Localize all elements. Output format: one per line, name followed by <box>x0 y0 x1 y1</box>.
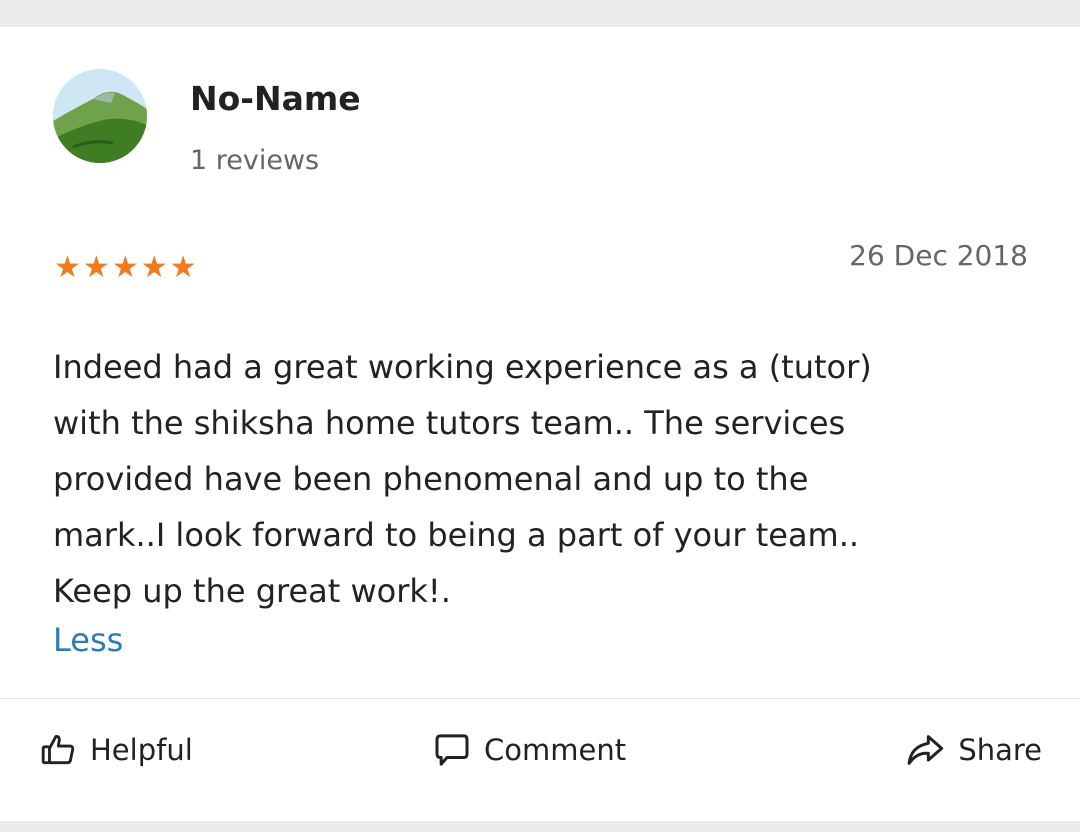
review-text: Indeed had a great working experience as… <box>53 348 872 610</box>
star-icon: ★ <box>82 250 110 285</box>
avatar <box>53 69 147 163</box>
thumbs-up-icon <box>40 731 78 769</box>
share-button[interactable]: Share <box>904 725 1042 775</box>
helpful-button[interactable]: Helpful <box>40 725 193 775</box>
comment-button[interactable]: Comment <box>432 725 626 775</box>
show-less-link[interactable]: Less <box>53 621 123 659</box>
star-icon: ★ <box>54 250 81 285</box>
share-arrow-icon <box>904 730 946 770</box>
star-icon: ★ <box>169 250 197 285</box>
comment-bubble-icon <box>432 730 472 770</box>
star-icon: ★ <box>111 250 139 285</box>
review-date: 26 Dec 2018 <box>849 239 1028 272</box>
divider <box>0 698 1080 699</box>
review-card: No-Name 1 reviews ★ ★ ★ ★ ★ 26 Dec 2018 … <box>0 27 1080 821</box>
author-name[interactable]: No-Name <box>190 79 361 118</box>
comment-label: Comment <box>484 733 627 767</box>
star-rating: ★ ★ ★ ★ ★ <box>54 249 197 287</box>
share-label: Share <box>958 733 1042 767</box>
author-review-count: 1 reviews <box>190 145 320 176</box>
helpful-label: Helpful <box>90 733 193 767</box>
star-icon: ★ <box>140 250 168 285</box>
